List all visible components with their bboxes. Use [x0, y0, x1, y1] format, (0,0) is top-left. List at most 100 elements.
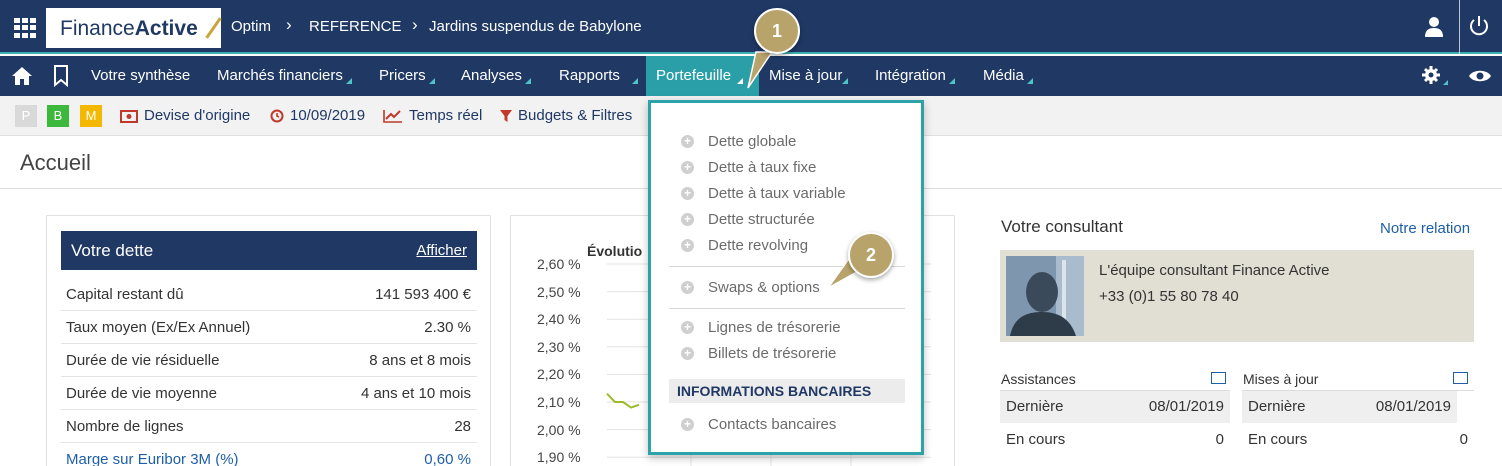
- menu-item-dette-structuree[interactable]: + Dette structurée: [681, 211, 815, 228]
- debt-row: Taux moyen (Ex/Ex Annuel) 2.30 %: [61, 311, 477, 344]
- budgets-filters[interactable]: Budgets & Filtres: [500, 96, 632, 136]
- breadcrumb-reference[interactable]: REFERENCE: [309, 18, 402, 35]
- debt-row-value: 4 ans et 10 mois: [360, 385, 471, 402]
- finance-active-logo[interactable]: FinanceActive: [46, 8, 222, 48]
- plus-circle-icon: +: [681, 418, 694, 431]
- updates-title: Mises à jour: [1243, 371, 1319, 387]
- menu-item-billets-tresorerie[interactable]: + Billets de trésorerie: [681, 345, 836, 362]
- bookmark-icon[interactable]: [53, 65, 69, 87]
- menu-item-label: Dette à taux fixe: [708, 159, 817, 176]
- debt-row-label: Nombre de lignes: [66, 418, 184, 435]
- menu-item-label: Contacts bancaires: [708, 416, 837, 433]
- callout-marker-2: 2: [848, 232, 894, 278]
- home-icon[interactable]: [11, 66, 33, 86]
- date-label: 10/09/2019: [290, 107, 366, 124]
- row-value: 0: [1459, 431, 1468, 448]
- debt-row-value: 0,60 %: [424, 451, 471, 466]
- apps-grid-icon[interactable]: [14, 18, 36, 38]
- nav-label: Pricers: [379, 67, 426, 84]
- dropdown-triangle-icon: [1026, 78, 1033, 84]
- logo-text-bold: Active: [134, 17, 198, 40]
- debt-row: Durée de vie moyenne 4 ans et 10 mois: [61, 377, 477, 410]
- debt-row: Capital restant dû 141 593 400 €: [61, 278, 477, 311]
- menu-item-label: Billets de trésorerie: [708, 345, 837, 362]
- user-icon[interactable]: [1424, 16, 1444, 38]
- menu-item-dette-revolving[interactable]: + Dette revolving: [681, 237, 808, 254]
- consultant-avatar: [1006, 256, 1084, 336]
- callout-marker-1: 1: [754, 8, 800, 54]
- plus-circle-icon: +: [681, 239, 694, 252]
- nav-analyses[interactable]: Analyses: [461, 56, 531, 96]
- nav-label: Analyses: [461, 67, 522, 84]
- gear-icon[interactable]: [1421, 65, 1449, 87]
- debt-card: Votre dette Afficher Capital restant dû …: [46, 215, 491, 466]
- debt-row-value: 2.30 %: [424, 319, 471, 336]
- nav-label: Intégration: [875, 67, 946, 84]
- plus-circle-icon: +: [681, 347, 694, 360]
- assistances-row: En cours 0: [1000, 424, 1230, 456]
- nav-marches-financiers[interactable]: Marchés financiers: [217, 56, 352, 96]
- nav-label: Rapports: [559, 67, 620, 84]
- debt-row-value: 141 593 400 €: [375, 286, 471, 303]
- debt-row-label: Taux moyen (Ex/Ex Annuel): [66, 319, 251, 336]
- badge-b[interactable]: B: [47, 105, 69, 127]
- menu-section-informations-bancaires: INFORMATIONS BANCAIRES: [669, 379, 905, 403]
- filter-icon: [500, 110, 512, 123]
- row-label: En cours: [1006, 431, 1066, 448]
- dropdown-triangle-icon: [345, 78, 352, 84]
- breadcrumb-optim[interactable]: Optim: [231, 18, 271, 35]
- menu-item-label: Dette revolving: [708, 237, 809, 254]
- logo-text-light: Finance: [60, 17, 135, 40]
- menu-item-swaps-options[interactable]: + Swaps & options: [681, 279, 820, 296]
- nav-mise-a-jour[interactable]: Mise à jour: [769, 56, 849, 96]
- mail-icon[interactable]: [1453, 372, 1468, 384]
- nav-votre-synthese[interactable]: Votre synthèse: [91, 56, 190, 96]
- logo-slash-mark: [205, 17, 222, 39]
- realtime-toggle[interactable]: Temps réel: [383, 96, 482, 136]
- plus-circle-icon: +: [681, 213, 694, 226]
- debt-row-value: 8 ans et 8 mois: [369, 352, 471, 369]
- badge-m[interactable]: M: [80, 105, 102, 127]
- menu-item-label: Dette structurée: [708, 211, 815, 228]
- menu-item-label: Swaps & options: [708, 279, 820, 296]
- menu-item-dette-taux-fixe[interactable]: + Dette à taux fixe: [681, 159, 816, 176]
- debt-row-label: Capital restant dû: [66, 286, 184, 303]
- filters-label: Budgets & Filtres: [518, 107, 633, 124]
- currency-toggle[interactable]: Devise d'origine: [120, 96, 250, 136]
- plus-circle-icon: +: [681, 135, 694, 148]
- assistances-title: Assistances: [1001, 371, 1076, 387]
- row-label: Dernière: [1006, 398, 1064, 415]
- nav-label: Média: [983, 67, 1024, 84]
- date-picker[interactable]: 10/09/2019: [270, 96, 365, 136]
- nav-media[interactable]: Média: [983, 56, 1033, 96]
- debt-row-label: Durée de vie moyenne: [66, 385, 217, 402]
- eye-icon[interactable]: [1468, 68, 1492, 84]
- debt-row-label: Marge sur Euribor 3M (%): [66, 451, 239, 466]
- chevron-right-icon: ›: [286, 15, 292, 34]
- debt-row-link[interactable]: Marge sur Euribor 3M (%) 0,60 %: [61, 443, 477, 466]
- top-bar: FinanceActive Optim › REFERENCE › Jardin…: [0, 0, 1502, 54]
- menu-item-dette-globale[interactable]: + Dette globale: [681, 133, 796, 150]
- nav-label: Mise à jour: [769, 67, 843, 84]
- show-debt-link[interactable]: Afficher: [416, 242, 467, 259]
- plus-circle-icon: +: [681, 161, 694, 174]
- nav-pricers[interactable]: Pricers: [379, 56, 435, 96]
- nav-rapports[interactable]: Rapports: [559, 56, 638, 96]
- notre-relation-link[interactable]: Notre relation: [1380, 220, 1470, 237]
- consultant-phone[interactable]: +33 (0)1 55 80 78 40: [1099, 288, 1239, 305]
- breadcrumb-site[interactable]: Jardins suspendus de Babylone: [429, 18, 642, 35]
- menu-item-label: Lignes de trésorerie: [708, 319, 841, 336]
- consultant-name: L'équipe consultant Finance Active: [1099, 262, 1330, 279]
- menu-item-lignes-tresorerie[interactable]: + Lignes de trésorerie: [681, 319, 841, 336]
- nav-integration[interactable]: Intégration: [875, 56, 955, 96]
- menu-item-contacts-bancaires[interactable]: + Contacts bancaires: [681, 416, 836, 433]
- badge-p[interactable]: P: [15, 105, 37, 127]
- dropdown-triangle-icon: [631, 78, 638, 84]
- callout-1-pointer: [747, 51, 774, 89]
- power-icon[interactable]: [1468, 15, 1490, 37]
- row-value: 08/01/2019: [1375, 398, 1451, 415]
- menu-item-dette-taux-variable[interactable]: + Dette à taux variable: [681, 185, 846, 202]
- nav-label: Portefeuille: [656, 67, 732, 84]
- mail-icon[interactable]: [1211, 372, 1226, 384]
- dropdown-triangle-icon: [524, 78, 531, 84]
